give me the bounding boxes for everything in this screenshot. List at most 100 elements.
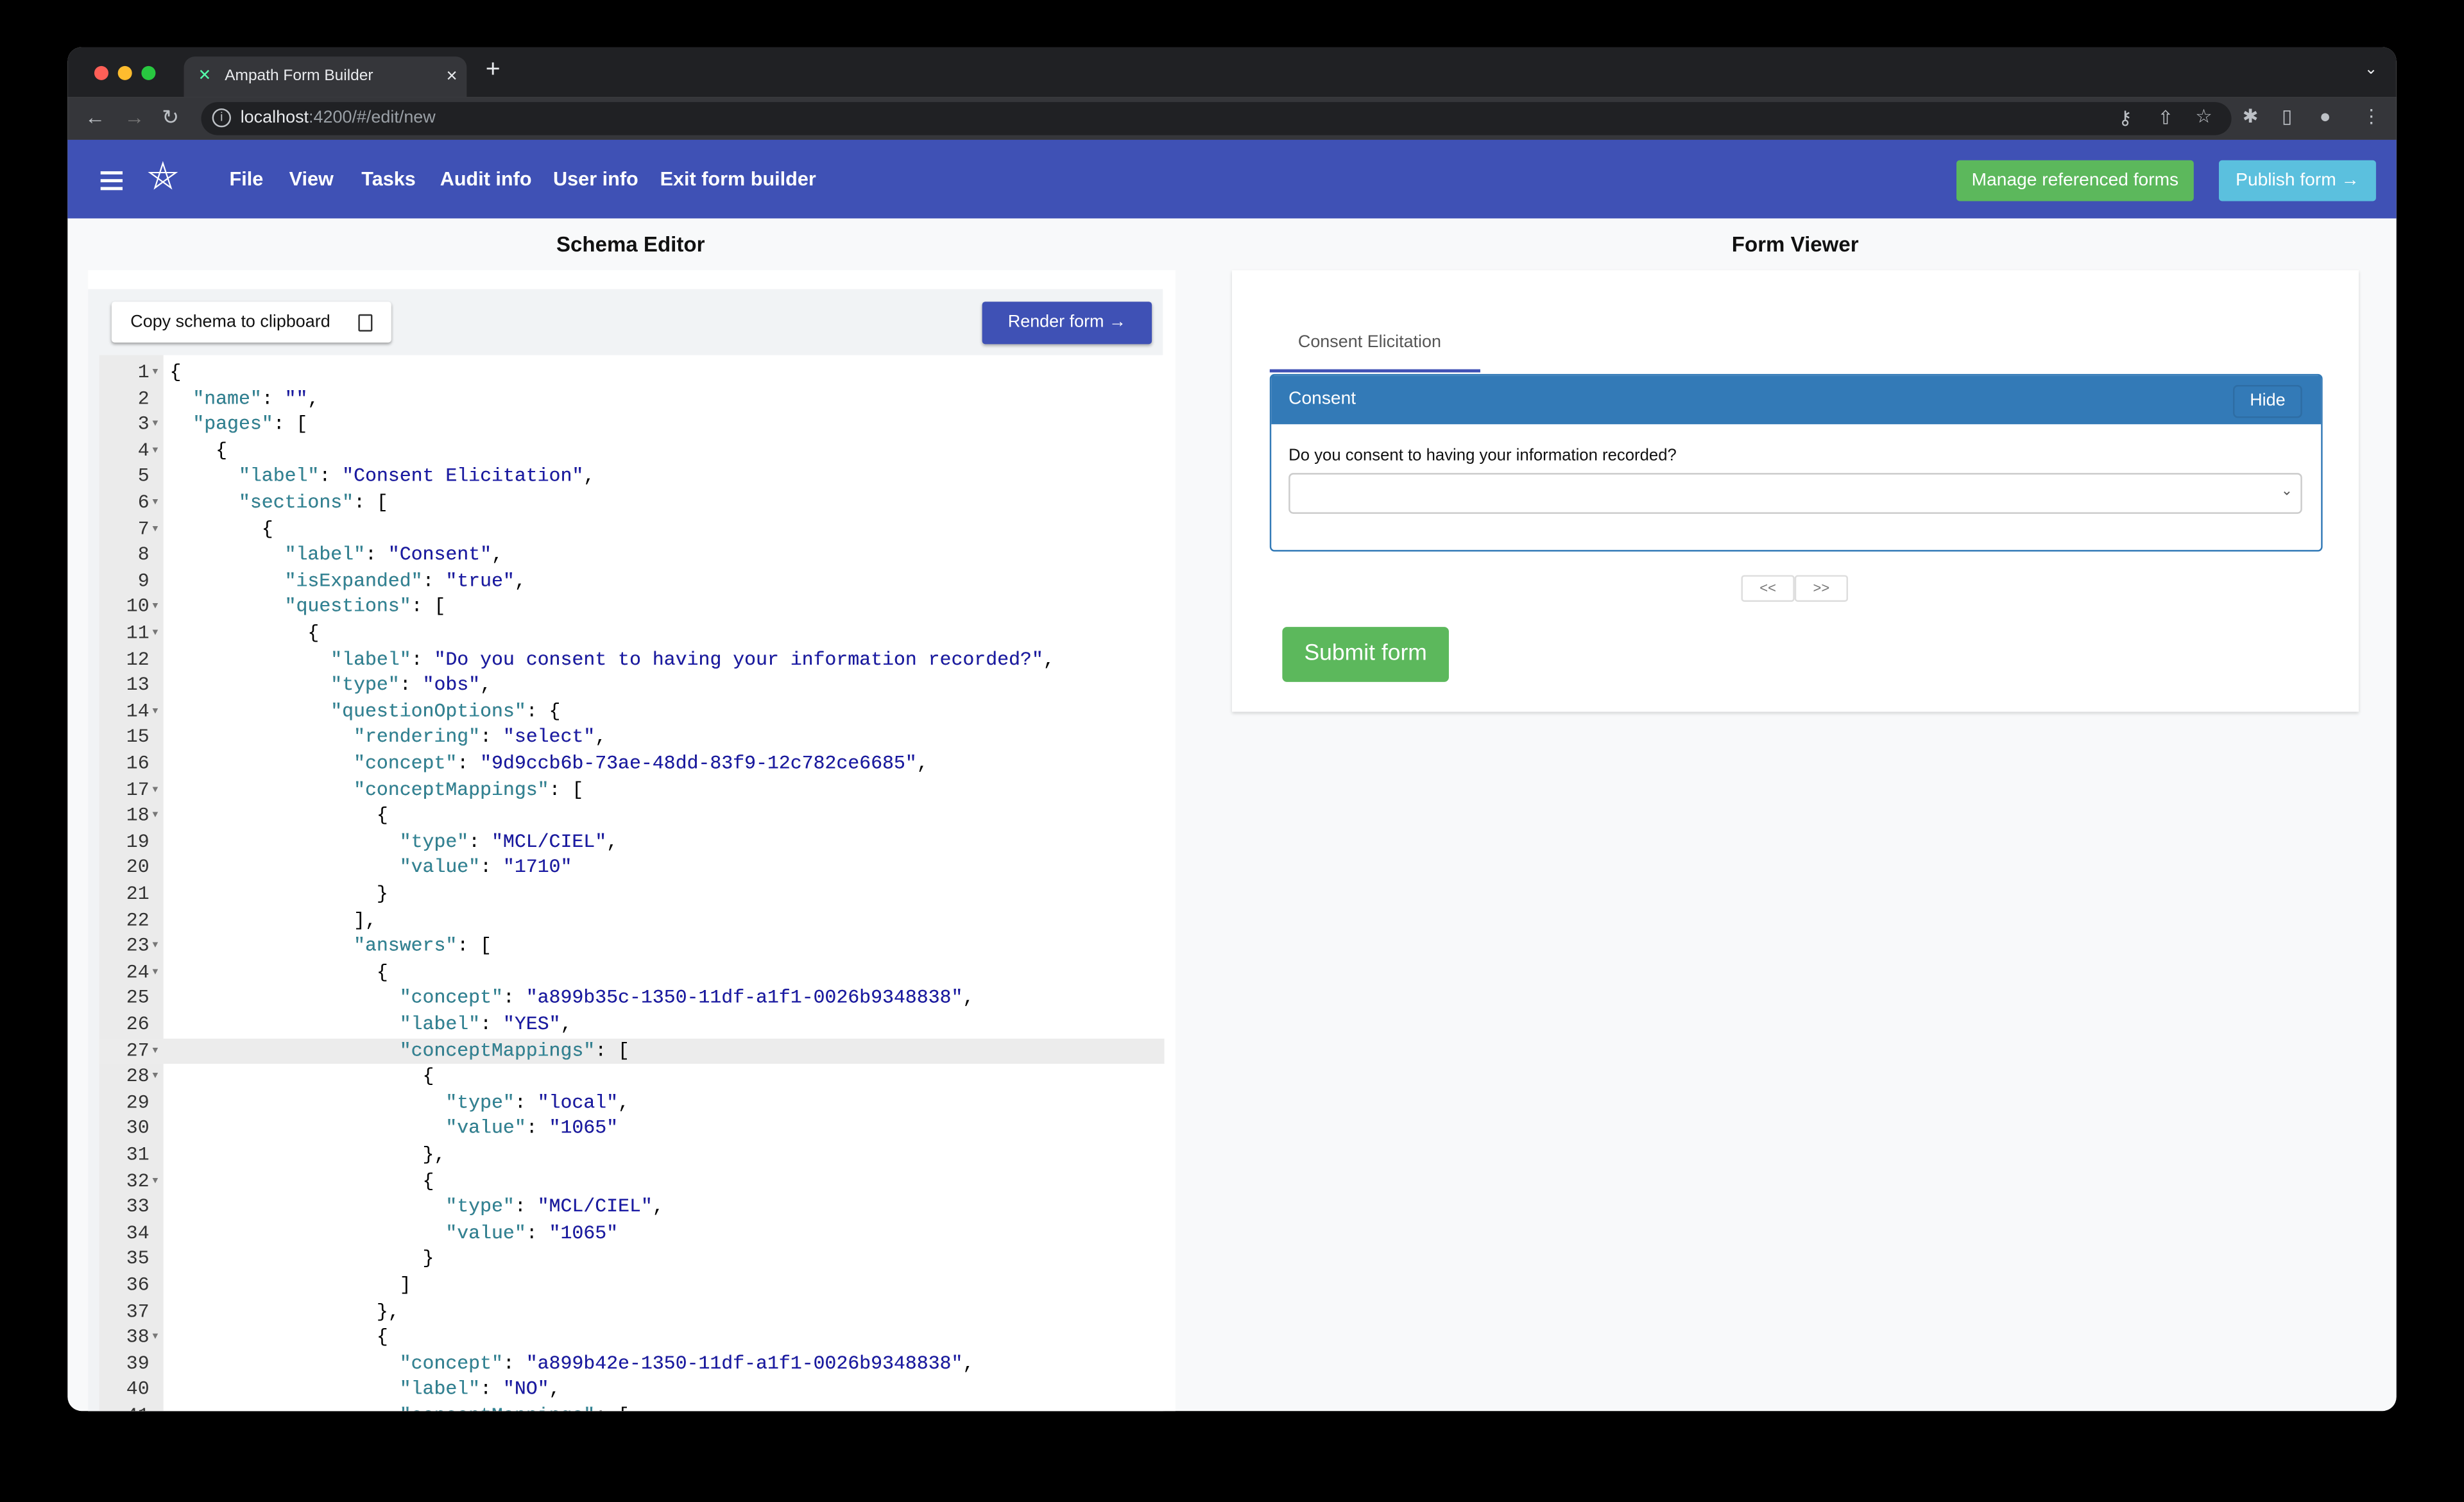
render-form-button[interactable]: Render form → [982, 302, 1152, 345]
code-text: "value": "1065" [169, 1118, 619, 1140]
code-line[interactable]: 16 "concept": "9d9ccb6b-73ae-48dd-83f9-1… [99, 751, 1164, 778]
code-line[interactable]: 3▼ "pages": [ "pages": [ [99, 412, 1164, 438]
code-line[interactable]: 39 "concept": "a899b42e-1350-11df-a1f1-0… [99, 1351, 1164, 1378]
hide-section-button[interactable]: Hide [2233, 385, 2302, 418]
menu-view[interactable]: View [289, 168, 334, 190]
back-icon[interactable]: ← [85, 105, 105, 129]
forward-icon[interactable]: → [124, 105, 144, 129]
share-icon[interactable]: ⇧ [2157, 107, 2173, 129]
profile-icon[interactable]: ● [2320, 105, 2331, 127]
code-line[interactable]: 24▼ { { [99, 960, 1164, 986]
code-line[interactable]: 15 "rendering": "select", "rendering": "… [99, 725, 1164, 751]
code-line[interactable]: 27 ▼ "conceptMappings": [ "conceptMapping… [99, 1037, 1165, 1064]
code-line[interactable]: 12 "label": "Do you consent to having yo… [99, 647, 1164, 673]
fold-toggle-icon[interactable]: ▼ [153, 516, 158, 543]
fold-toggle-icon[interactable]: ▼ [153, 1038, 158, 1064]
code-line[interactable]: 6▼ "sections": [ "sections": [ [99, 490, 1164, 516]
page-tab-consent-elicitation[interactable]: Consent Elicitation [1298, 333, 1441, 352]
star-icon[interactable]: ☆ [2195, 105, 2212, 127]
code-line[interactable]: 28▼ { { [99, 1064, 1164, 1090]
close-tab-icon[interactable]: × [446, 64, 457, 86]
consent-select[interactable]: ⌄ [1288, 473, 2302, 514]
code-line[interactable]: 30 "value": "1065" "value": "1065" [99, 1116, 1164, 1143]
code-line[interactable]: 17 ▼ "conceptMappings": [ "conceptMapping… [99, 777, 1164, 803]
fold-toggle-icon[interactable]: ▼ [153, 699, 158, 725]
copy-schema-button[interactable]: Copy schema to clipboard [111, 302, 391, 343]
more-icon[interactable]: ⋮ [2362, 105, 2381, 127]
code-line[interactable]: 18▼ { { [99, 803, 1164, 830]
fold-toggle-icon[interactable]: ▼ [153, 412, 158, 438]
code-line[interactable]: 2 "name": "", "name": "", [99, 386, 1164, 412]
code-editor[interactable]: 1▼{{2 "name": "", "name": "",3▼ "pages":… [99, 355, 1165, 1412]
code-line[interactable]: 1▼{{ [99, 360, 1164, 386]
next-page-button[interactable]: >> [1794, 575, 1849, 602]
maximize-window-button[interactable] [141, 65, 156, 80]
code-line[interactable]: 33 "type": "MCL/CIEL", "type": "MCL/CIEL… [99, 1195, 1164, 1221]
code-line[interactable]: 9 "isExpanded": "true", "isExpanded": "t… [99, 568, 1164, 595]
submit-form-button[interactable]: Submit form [1282, 627, 1449, 682]
code-text: "conceptMappings": [ [169, 1039, 629, 1062]
fold-toggle-icon[interactable]: ▼ [153, 620, 158, 647]
code-line[interactable]: 22 ], ], [99, 908, 1164, 934]
fold-toggle-icon[interactable]: ▼ [153, 803, 158, 830]
extensions-icon[interactable]: ✱ [2243, 105, 2259, 127]
sidepanel-icon[interactable]: ▯ [2282, 105, 2292, 127]
browser-window: ✕ Ampath Form Builder × + ⌄ ← → ↻ i loca… [67, 47, 2397, 1412]
previous-page-button[interactable]: << [1741, 575, 1795, 602]
fold-toggle-icon[interactable]: ▼ [153, 1403, 158, 1411]
code-line[interactable]: 36 ] ] [99, 1273, 1164, 1299]
code-line[interactable]: 32▼ { { [99, 1168, 1164, 1195]
code-line[interactable]: 25 "concept": "a899b35c-1350-11df-a1f1-0… [99, 986, 1164, 1012]
tab-search-chevron-down-icon[interactable]: ⌄ [2365, 62, 2378, 79]
key-icon[interactable]: ⚷ [2118, 107, 2132, 129]
fold-toggle-icon[interactable]: ▼ [153, 438, 158, 465]
code-line[interactable]: 11▼ { { [99, 620, 1164, 647]
menu-exit-form-builder[interactable]: Exit form builder [660, 168, 816, 190]
menu-user-info[interactable]: User info [553, 168, 638, 190]
code-line[interactable]: 5 "label": "Consent Elicitation", "label… [99, 464, 1164, 490]
code-line[interactable]: 26 "label": "YES", "label": "YES", [99, 1012, 1164, 1038]
code-line[interactable]: 29 "type": "local", "type": "local", [99, 1090, 1164, 1116]
code-line[interactable]: 40 "label": "NO", "label": "NO", [99, 1377, 1164, 1403]
browser-tab[interactable]: ✕ Ampath Form Builder × [184, 56, 467, 98]
code-line[interactable]: 21 } } [99, 882, 1164, 908]
fold-toggle-icon[interactable]: ▼ [153, 1168, 158, 1195]
code-line[interactable]: 41▼ "conceptMappings": [ "conceptMapping… [99, 1403, 1164, 1411]
code-line[interactable]: 7▼ { { [99, 516, 1164, 543]
code-line[interactable]: 4▼ { { [99, 438, 1164, 465]
manage-referenced-forms-button[interactable]: Manage referenced forms [1956, 160, 2194, 201]
reload-icon[interactable]: ↻ [162, 105, 179, 130]
fold-toggle-icon[interactable]: ▼ [153, 960, 158, 986]
hamburger-menu-icon[interactable] [100, 171, 123, 195]
fold-toggle-icon[interactable]: ▼ [153, 934, 158, 960]
code-line[interactable]: 34 "value": "1065" "value": "1065" [99, 1220, 1164, 1247]
code-line[interactable]: 35 } } [99, 1247, 1164, 1273]
fold-toggle-icon[interactable]: ▼ [153, 595, 158, 621]
minimize-window-button[interactable] [117, 65, 132, 80]
menu-audit-info[interactable]: Audit info [440, 168, 532, 190]
new-tab-icon[interactable]: + [486, 56, 501, 85]
code-line[interactable]: 14 ▼ "questionOptions": { "questionOption… [99, 699, 1164, 725]
fold-toggle-icon[interactable]: ▼ [153, 1325, 158, 1351]
publish-form-button[interactable]: Publish form → [2218, 160, 2376, 201]
menu-file[interactable]: File [230, 168, 264, 190]
code-line[interactable]: 38▼ { { [99, 1325, 1164, 1351]
code-line[interactable]: 37 }, }, [99, 1299, 1164, 1325]
line-number: 7 [137, 518, 150, 540]
info-icon[interactable]: i [212, 108, 232, 128]
close-window-button[interactable] [94, 65, 108, 80]
code-line[interactable]: 20 "value": "1710" "value": "1710" [99, 855, 1164, 882]
address-bar[interactable]: i localhost:4200/#/edit/new ⚷ ⇧ ☆ [201, 102, 2232, 135]
fold-toggle-icon[interactable]: ▼ [153, 1064, 158, 1090]
code-line[interactable]: 31 }, }, [99, 1142, 1164, 1168]
code-line[interactable]: 23▼ "answers": [ "answers": [ [99, 934, 1164, 960]
code-text: "value": "1065" [169, 1222, 619, 1245]
code-line[interactable]: 13 "type": "obs", "type": "obs", [99, 673, 1164, 699]
code-line[interactable]: 19 "type": "MCL/CIEL", "type": "MCL/CIEL… [99, 830, 1164, 856]
code-line[interactable]: 10▼ "questions": [ "questions": [ [99, 595, 1164, 621]
menu-tasks[interactable]: Tasks [361, 168, 416, 190]
fold-toggle-icon[interactable]: ▼ [153, 360, 158, 386]
code-line[interactable]: 8 "label": "Consent", "label": "Consent"… [99, 542, 1164, 568]
fold-toggle-icon[interactable]: ▼ [153, 777, 158, 803]
fold-toggle-icon[interactable]: ▼ [153, 490, 158, 516]
